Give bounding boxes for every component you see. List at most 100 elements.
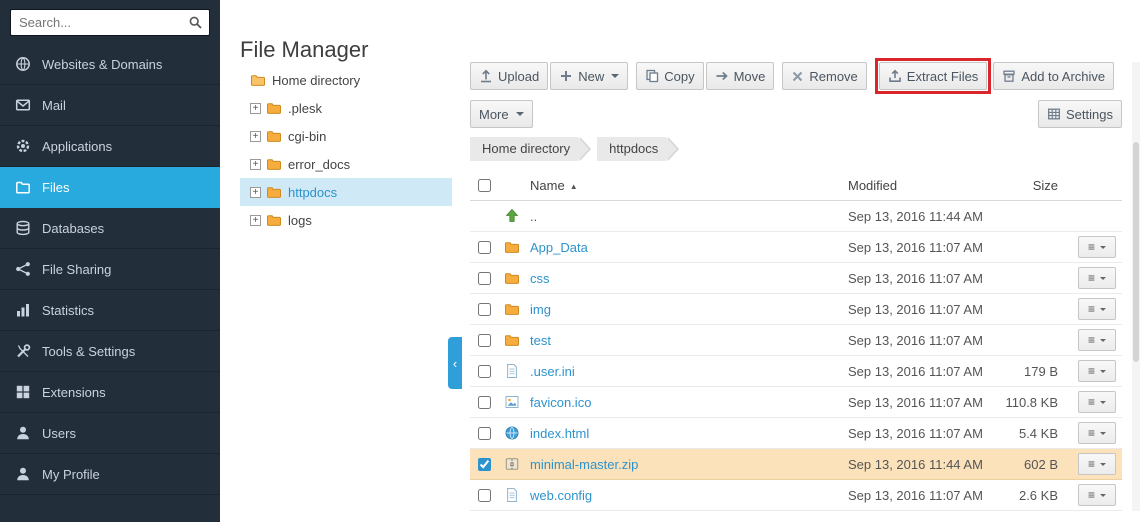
table-row: img Sep 13, 2016 11:07 AM ≡	[470, 294, 1122, 325]
table-row: css Sep 13, 2016 11:07 AM ≡	[470, 263, 1122, 294]
sidebar-item-websites-domains[interactable]: Websites & Domains	[0, 44, 220, 85]
expand-icon[interactable]: +	[250, 187, 261, 198]
copy-icon	[645, 69, 659, 83]
sidebar-item-users[interactable]: Users	[0, 413, 220, 454]
row-checkbox[interactable]	[478, 365, 491, 378]
file-name-link[interactable]: App_Data	[530, 240, 848, 255]
tree-item-error-docs[interactable]: + error_docs	[240, 150, 452, 178]
row-checkbox[interactable]	[478, 272, 491, 285]
remove-x-icon	[791, 70, 804, 83]
up-directory-link[interactable]: ..	[530, 209, 848, 224]
table-row: App_Data Sep 13, 2016 11:07 AM ≡	[470, 232, 1122, 263]
sidebar: Websites & Domains Mail Applications Fil…	[0, 0, 220, 522]
breadcrumb: Home directory httpdocs	[470, 137, 1122, 161]
row-menu-button[interactable]: ≡	[1078, 484, 1116, 506]
breadcrumb-home-directory[interactable]: Home directory	[470, 137, 578, 161]
search-input[interactable]	[10, 9, 210, 36]
sidebar-item-label: Mail	[42, 98, 66, 113]
bar-chart-icon	[15, 302, 31, 318]
row-menu-button[interactable]: ≡	[1078, 236, 1116, 258]
file-name-link[interactable]: minimal-master.zip	[530, 457, 848, 472]
caret-down-icon	[1100, 246, 1106, 249]
file-name-link[interactable]: favicon.ico	[530, 395, 848, 410]
row-checkbox[interactable]	[478, 241, 491, 254]
row-checkbox[interactable]	[478, 334, 491, 347]
sidebar-item-applications[interactable]: Applications	[0, 126, 220, 167]
sidebar-item-tools-settings[interactable]: Tools & Settings	[0, 331, 220, 372]
more-button[interactable]: More	[470, 100, 533, 128]
row-checkbox[interactable]	[478, 489, 491, 502]
table-row: favicon.ico Sep 13, 2016 11:07 AM 110.8 …	[470, 387, 1122, 418]
expand-icon[interactable]: +	[250, 103, 261, 114]
file-name-link[interactable]: index.html	[530, 426, 848, 441]
search-icon[interactable]	[189, 16, 202, 29]
scrollbar[interactable]	[1132, 62, 1140, 511]
expand-icon[interactable]: +	[250, 215, 261, 226]
sidebar-item-files[interactable]: Files	[0, 167, 220, 208]
copy-button[interactable]: Copy	[636, 62, 703, 90]
row-checkbox[interactable]	[478, 396, 491, 409]
tree-item-httpdocs[interactable]: + httpdocs	[240, 178, 452, 206]
row-menu-button[interactable]: ≡	[1078, 453, 1116, 475]
sidebar-item-my-profile[interactable]: My Profile	[0, 454, 220, 495]
sidebar-item-databases[interactable]: Databases	[0, 208, 220, 249]
row-menu-button[interactable]: ≡	[1078, 329, 1116, 351]
directory-tree: Home directory + .plesk + cgi-bin + erro…	[240, 66, 452, 234]
new-button[interactable]: New	[550, 62, 628, 90]
row-menu-button[interactable]: ≡	[1078, 360, 1116, 382]
tree-item-logs[interactable]: + logs	[240, 206, 452, 234]
add-to-archive-button[interactable]: Add to Archive	[993, 62, 1114, 90]
move-button[interactable]: Move	[706, 62, 775, 90]
row-checkbox[interactable]	[478, 427, 491, 440]
row-checkbox[interactable]	[478, 458, 491, 471]
sidebar-item-statistics[interactable]: Statistics	[0, 290, 220, 331]
tree-item-label: error_docs	[288, 157, 350, 172]
sidebar-item-mail[interactable]: Mail	[0, 85, 220, 126]
file-name-link[interactable]: .user.ini	[530, 364, 848, 379]
main-panel: File Manager Home directory + .plesk + c…	[220, 0, 1140, 522]
file-icon	[504, 487, 530, 503]
caret-down-icon	[1100, 432, 1106, 435]
breadcrumb-httpdocs[interactable]: httpdocs	[597, 137, 666, 161]
file-name-link[interactable]: img	[530, 302, 848, 317]
row-checkbox[interactable]	[478, 303, 491, 316]
table-row: web.config Sep 13, 2016 11:07 AM 2.6 KB …	[470, 480, 1122, 511]
extract-files-button[interactable]: Extract Files	[879, 62, 988, 90]
tree-item-cgi-bin[interactable]: + cgi-bin	[240, 122, 452, 150]
scrollbar-thumb[interactable]	[1133, 142, 1139, 362]
file-table: Name▲ Modified Size .. Sep 13, 2016 11:4…	[470, 171, 1122, 511]
sidebar-item-label: Websites & Domains	[42, 57, 162, 72]
sidebar-item-label: Users	[42, 426, 76, 441]
upload-button[interactable]: Upload	[470, 62, 548, 90]
sidebar-item-label: Files	[42, 180, 69, 195]
sidebar-item-file-sharing[interactable]: File Sharing	[0, 249, 220, 290]
file-name-link[interactable]: test	[530, 333, 848, 348]
folder-icon	[266, 156, 282, 172]
file-name-link[interactable]: css	[530, 271, 848, 286]
sidebar-item-extensions[interactable]: Extensions	[0, 372, 220, 413]
extract-files-highlight: Extract Files	[875, 58, 992, 94]
column-header-modified[interactable]: Modified	[848, 178, 998, 193]
caret-down-icon	[1100, 277, 1106, 280]
tree-item-plesk[interactable]: + .plesk	[240, 94, 452, 122]
file-name-link[interactable]: web.config	[530, 488, 848, 503]
row-menu-button[interactable]: ≡	[1078, 422, 1116, 444]
row-menu-button[interactable]: ≡	[1078, 391, 1116, 413]
settings-button[interactable]: Settings	[1038, 100, 1122, 128]
remove-button[interactable]: Remove	[782, 62, 866, 90]
tree-item-home-directory[interactable]: Home directory	[240, 66, 452, 94]
select-all-checkbox[interactable]	[478, 179, 491, 192]
toolbar: Upload New Copy Move Remove	[470, 62, 1122, 90]
sidebar-item-label: File Sharing	[42, 262, 111, 277]
column-header-size[interactable]: Size	[998, 178, 1058, 193]
expand-icon[interactable]: +	[250, 131, 261, 142]
row-menu-button[interactable]: ≡	[1078, 267, 1116, 289]
expand-icon[interactable]: +	[250, 159, 261, 170]
sidebar-search	[0, 0, 220, 44]
caret-down-icon	[1100, 463, 1106, 466]
tree-collapse-handle[interactable]: ‹	[448, 337, 462, 389]
row-menu-button[interactable]: ≡	[1078, 298, 1116, 320]
column-header-name[interactable]: Name▲	[530, 178, 848, 193]
caret-down-icon	[1100, 401, 1106, 404]
folder-icon	[266, 212, 282, 228]
